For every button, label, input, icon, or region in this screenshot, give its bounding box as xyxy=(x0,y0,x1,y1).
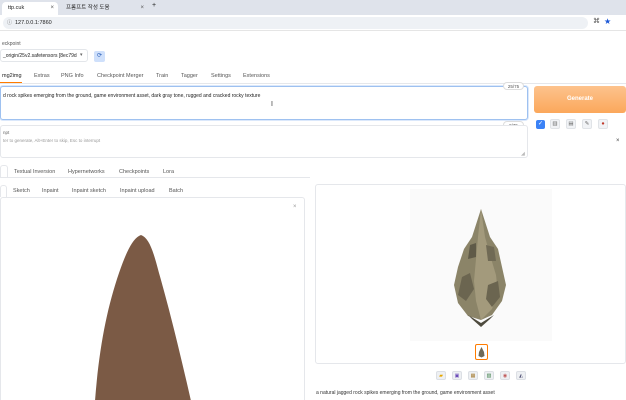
browser-tab-bar: ttp.cuk × 프롬프트 작성 도움 × + xyxy=(0,0,626,15)
tab-inpaint-upload[interactable]: Inpaint upload xyxy=(120,188,155,194)
close-icon[interactable]: × xyxy=(50,2,54,15)
thumbnail-selected[interactable] xyxy=(475,344,488,360)
brush-icon[interactable]: ✎ xyxy=(582,119,592,129)
output-image-frame xyxy=(410,189,552,341)
generate-button[interactable]: Generate xyxy=(534,86,626,113)
star-icon[interactable]: ★ xyxy=(604,17,611,26)
tab-inpaint[interactable]: Inpaint xyxy=(42,188,59,194)
tab-img2img[interactable]: mg2img xyxy=(2,73,22,79)
tab-textual-inversion[interactable]: Textual Inversion xyxy=(14,169,55,175)
checkpoint-dropdown[interactable]: _origin/25v2.safetensors [8ec79d ▾ xyxy=(0,49,88,62)
thumbnail-image xyxy=(478,347,485,358)
browser-tab-2[interactable]: 프롬프트 작성 도움 × xyxy=(60,2,148,15)
negative-prompt-label: npt xyxy=(3,130,10,135)
text-cursor-icon: I xyxy=(271,101,273,108)
info-icon[interactable]: ⓘ xyxy=(7,17,12,29)
active-input-tab[interactable] xyxy=(0,185,7,197)
style-icon[interactable]: ● xyxy=(598,119,608,129)
chevron-down-icon: ▾ xyxy=(80,52,83,58)
prompt-text: d rock spikes emerging from the ground, … xyxy=(3,93,261,99)
tab-extensions[interactable]: Extensions xyxy=(243,73,270,79)
tab-settings[interactable]: Settings xyxy=(211,73,231,79)
tab-hypernetworks[interactable]: Hypernetworks xyxy=(68,169,105,175)
address-bar: ⓘ 127.0.0.1:7860 ⌘ ★ xyxy=(0,15,626,31)
active-extra-tab[interactable] xyxy=(0,165,8,177)
tabs-divider xyxy=(0,83,626,84)
tab-checkpoint-merger[interactable]: Checkpoint Merger xyxy=(97,73,143,79)
tab-extras[interactable]: Extras xyxy=(34,73,50,79)
output-gallery xyxy=(315,184,626,364)
negative-prompt-textarea[interactable]: npt ter to generate, Alt+Enter to skip, … xyxy=(0,125,528,158)
refresh-icon[interactable]: ⟳ xyxy=(94,51,105,62)
browser-tab-active[interactable]: ttp.cuk × xyxy=(2,2,58,15)
clipboard-icon[interactable]: ▤ xyxy=(566,119,576,129)
output-image xyxy=(454,209,506,327)
prompt-textarea[interactable]: d rock spikes emerging from the ground, … xyxy=(0,86,528,120)
extras-icon[interactable]: ◭ xyxy=(516,371,526,380)
output-caption: a natural jagged rock spikes emerging fr… xyxy=(316,390,495,396)
folder-icon[interactable]: ▰ xyxy=(436,371,446,380)
input-image xyxy=(95,235,191,400)
save-icon[interactable]: ▣ xyxy=(452,371,462,380)
close-icon[interactable]: × xyxy=(140,2,144,15)
tab-sketch[interactable]: Sketch xyxy=(13,188,30,194)
resize-handle-icon[interactable]: ◢ xyxy=(521,151,525,157)
extra-network-tabs: Textual Inversion Hypernetworks Checkpoi… xyxy=(0,165,626,177)
checkpoint-label: eckpoint xyxy=(2,41,21,47)
tab-tagger[interactable]: Tagger xyxy=(181,73,198,79)
browser-tab-title: ttp.cuk xyxy=(8,5,25,11)
new-tab-button[interactable]: + xyxy=(152,2,156,9)
divider xyxy=(0,177,310,178)
input-mode-tabs: Sketch Inpaint Inpaint sketch Inpaint up… xyxy=(0,185,310,197)
translate-icon[interactable]: ⌘ xyxy=(593,17,600,25)
tab-inpaint-sketch[interactable]: Inpaint sketch xyxy=(72,188,106,194)
url-text: 127.0.0.1:7860 xyxy=(15,20,52,26)
zip-icon[interactable]: ▦ xyxy=(468,371,478,380)
image-send-icon[interactable]: ▧ xyxy=(484,371,494,380)
tab-lora[interactable]: Lora xyxy=(163,169,174,175)
url-field[interactable]: ⓘ 127.0.0.1:7860 xyxy=(3,17,588,29)
browser-tab-title: 프롬프트 작성 도움 xyxy=(66,5,110,11)
checkbox-icon[interactable]: ✓ xyxy=(536,120,545,129)
palette-icon[interactable]: ◉ xyxy=(500,371,510,380)
tab-batch[interactable]: Batch xyxy=(169,188,183,194)
close-icon[interactable]: × xyxy=(616,138,620,144)
input-image-panel[interactable]: × xyxy=(0,197,305,400)
checkpoint-value: _origin/25v2.safetensors [8ec79d xyxy=(3,53,77,59)
tab-train[interactable]: Train xyxy=(156,73,168,79)
negative-prompt-placeholder: ter to generate, Alt+Enter to skip, Esc … xyxy=(3,138,101,143)
tab-checkpoints[interactable]: Checkpoints xyxy=(119,169,149,175)
main-tabs: mg2img Extras PNG Info Checkpoint Merger… xyxy=(0,70,626,82)
tab-png-info[interactable]: PNG Info xyxy=(61,73,84,79)
prompt-token-counter: 25/75 xyxy=(503,82,524,90)
trash-icon[interactable]: ▥ xyxy=(550,119,560,129)
